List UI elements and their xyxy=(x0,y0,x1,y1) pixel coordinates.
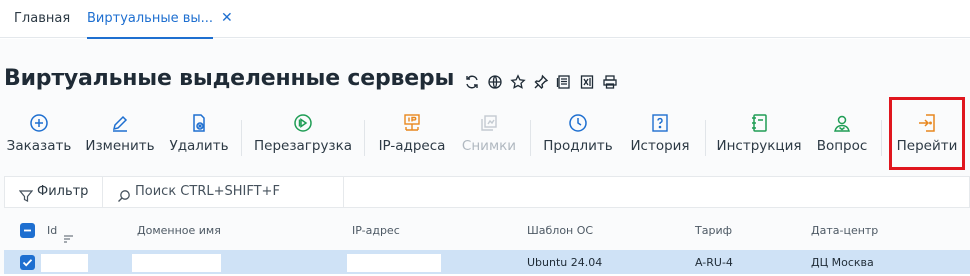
ip-network-icon xyxy=(402,113,422,133)
table-header: Id Доменное имя IP-адрес Шаблон ОС Тариф… xyxy=(4,216,970,246)
snapshots-button[interactable]: Снимки xyxy=(458,108,520,168)
close-tab-icon[interactable]: ✕ xyxy=(221,0,233,38)
redacted-domain xyxy=(132,254,221,272)
cell-tariff: A-RU-4 xyxy=(695,256,733,269)
search-icon xyxy=(117,185,131,202)
tab-home[interactable]: Главная xyxy=(14,0,70,38)
filter-button[interactable]: Фильтр xyxy=(18,177,89,207)
document-icon[interactable] xyxy=(556,74,572,90)
snapshot-icon xyxy=(479,113,499,133)
sort-icon[interactable] xyxy=(63,226,74,243)
reboot-button[interactable]: Перезагрузка xyxy=(254,108,352,168)
toolbar: Заказать Изменить Удалить Перезагрузка I… xyxy=(0,108,970,172)
column-header-datacenter[interactable]: Дата-центр xyxy=(811,216,878,246)
filter-icon xyxy=(18,185,34,202)
search-input[interactable] xyxy=(135,177,335,206)
support-user-icon xyxy=(832,113,852,133)
row-checkbox[interactable] xyxy=(20,255,35,270)
select-all-checkbox[interactable] xyxy=(20,223,35,238)
renew-button[interactable]: Продлить xyxy=(542,108,614,168)
toolbar-separator xyxy=(705,120,706,156)
history-button[interactable]: История xyxy=(626,108,694,168)
toolbar-separator xyxy=(241,120,242,156)
restart-icon xyxy=(293,113,313,133)
column-header-id[interactable]: Id xyxy=(47,216,74,246)
tab-bar: Главная Виртуальные вы... ✕ xyxy=(0,0,970,39)
column-header-tariff[interactable]: Тариф xyxy=(695,216,732,246)
column-header-os[interactable]: Шаблон ОС xyxy=(527,216,593,246)
print-icon[interactable] xyxy=(602,74,618,90)
instruction-button[interactable]: Инструкция xyxy=(716,108,802,168)
goto-highlight-box xyxy=(889,97,965,170)
filter-label: Фильтр xyxy=(37,184,89,199)
book-icon xyxy=(749,113,769,133)
page-title: Виртуальные выделенные серверы xyxy=(4,66,455,91)
column-header-ip[interactable]: IP-адрес xyxy=(352,216,400,246)
excel-icon[interactable] xyxy=(579,74,595,90)
clock-icon xyxy=(568,113,588,133)
tab-virtual-servers[interactable]: Виртуальные вы... xyxy=(87,0,237,39)
toolbar-separator xyxy=(364,120,365,156)
delete-button[interactable]: Удалить xyxy=(168,108,230,168)
table-row[interactable]: Ubuntu 24.04 A-RU-4 ДЦ Москва xyxy=(4,250,970,274)
toolbar-separator xyxy=(530,120,531,156)
plus-circle-icon xyxy=(29,113,49,133)
tab-label: Виртуальные вы... xyxy=(87,11,214,26)
redacted-ip xyxy=(347,254,441,272)
ip-addresses-button[interactable]: IP-адреса xyxy=(376,108,448,168)
order-button[interactable]: Заказать xyxy=(6,108,72,168)
toolbar-separator xyxy=(881,120,882,156)
cell-os: Ubuntu 24.04 xyxy=(527,256,603,269)
filter-separator xyxy=(102,177,103,207)
column-header-domain[interactable]: Доменное имя xyxy=(137,216,221,246)
title-actions xyxy=(464,72,618,92)
filter-bar: Фильтр xyxy=(4,176,970,208)
star-icon[interactable] xyxy=(510,74,526,90)
cell-datacenter: ДЦ Москва xyxy=(811,256,874,269)
refresh-icon[interactable] xyxy=(464,74,480,90)
search-box[interactable] xyxy=(117,177,335,207)
filter-separator xyxy=(343,177,344,207)
question-button[interactable]: Вопрос xyxy=(812,108,872,168)
edit-button[interactable]: Изменить xyxy=(84,108,156,168)
pencil-icon xyxy=(110,113,130,133)
question-document-icon xyxy=(650,113,670,133)
delete-file-icon xyxy=(189,113,209,133)
globe-icon[interactable] xyxy=(487,74,503,90)
pin-icon[interactable] xyxy=(533,74,549,90)
redacted-id xyxy=(41,254,88,272)
